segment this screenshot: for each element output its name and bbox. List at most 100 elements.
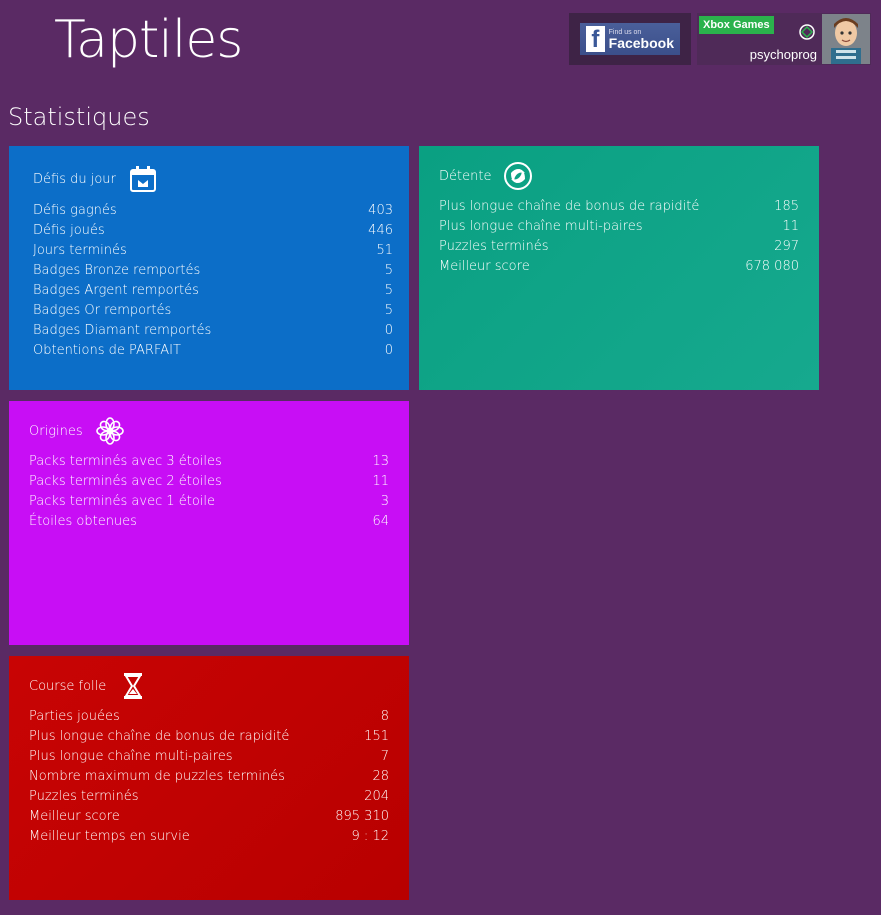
app-title: Taptiles — [54, 10, 243, 70]
stat-value: 403 — [368, 203, 393, 218]
stat-row: Badges Diamant remportés 0 — [33, 321, 393, 341]
stat-label: Badges Argent remportés — [33, 283, 199, 298]
stat-label: Défis joués — [33, 223, 105, 238]
stat-label: Packs terminés avec 3 étoiles — [29, 454, 222, 469]
stat-value: 678 080 — [745, 259, 799, 274]
xbox-username: psychoprog — [749, 47, 817, 62]
avatar[interactable] — [822, 14, 870, 64]
tile-title: Détente — [439, 168, 492, 184]
stat-label: Puzzles terminés — [439, 239, 549, 254]
stat-row: Puzzles terminés 297 — [439, 237, 799, 257]
stat-label: Packs terminés avec 1 étoile — [29, 494, 216, 509]
tile-origines[interactable]: Origines Packs terminés avec 3 étoiles 13… — [9, 401, 409, 645]
stat-row: Meilleur temps en survie 9 : 12 — [29, 827, 389, 847]
stat-value: 9 : 12 — [351, 829, 389, 844]
stat-label: Parties jouées — [29, 709, 120, 724]
stat-row: Packs terminés avec 1 étoile 3 — [29, 492, 389, 512]
stat-row: Défis gagnés 403 — [33, 201, 393, 221]
stat-value: 8 — [380, 709, 389, 724]
stat-row: Obtentions de PARFAIT 0 — [33, 341, 393, 361]
stat-label: Plus longue chaîne multi-paires — [29, 749, 233, 764]
stat-label: Défis gagnés — [33, 203, 117, 218]
stat-label: Meilleur score — [29, 809, 120, 824]
stat-row: Puzzles terminés 204 — [29, 787, 389, 807]
stat-label: Badges Bronze remportés — [33, 263, 201, 278]
stat-label: Badges Diamant remportés — [33, 323, 212, 338]
page-title: Statistiques — [8, 103, 150, 131]
tile-header: Défis du jour — [33, 164, 158, 194]
stat-row: Parties jouées 8 — [29, 707, 389, 727]
facebook-icon: f — [586, 26, 605, 52]
stat-row: Packs terminés avec 2 étoiles 11 — [29, 472, 389, 492]
stat-label: Plus longue chaîne multi-paires — [439, 219, 643, 234]
stat-value: 3 — [380, 494, 389, 509]
stat-row: Plus longue chaîne multi-paires 7 — [29, 747, 389, 767]
tile-header: Détente — [439, 161, 533, 191]
stat-value: 5 — [384, 283, 393, 298]
stat-value: 204 — [364, 789, 389, 804]
stat-value: 0 — [384, 343, 393, 358]
stat-value: 895 310 — [335, 809, 389, 824]
stat-label: Meilleur temps en survie — [29, 829, 190, 844]
stat-value: 7 — [380, 749, 389, 764]
calendar-icon — [129, 166, 156, 192]
tile-course-folle[interactable]: Course folle Parties jouées 8 Plus longue … — [9, 656, 409, 900]
stat-label: Jours terminés — [33, 243, 127, 258]
tile-detente[interactable]: Détente Plus longue chaîne de bonus de r… — [419, 146, 819, 390]
stat-value: 5 — [384, 263, 393, 278]
stat-row: Étoiles obtenues 64 — [29, 512, 389, 532]
swirl-icon — [504, 162, 533, 190]
stat-label: Puzzles terminés — [29, 789, 139, 804]
sync-icon — [799, 24, 815, 40]
stat-label: Obtentions de PARFAIT — [33, 343, 181, 358]
facebook-text: Find us on Facebook — [609, 29, 674, 50]
xbox-games-badge: Xbox Games — [699, 16, 774, 34]
stat-value: 5 — [384, 303, 393, 318]
stat-value: 11 — [782, 219, 799, 234]
stat-label: Badges Or remportés — [33, 303, 172, 318]
stat-label: Plus longue chaîne de bonus de rapidité — [439, 199, 700, 214]
stats-list: Plus longue chaîne de bonus de rapidité 1… — [439, 197, 799, 277]
stat-row: Packs terminés avec 3 étoiles 13 — [29, 452, 389, 472]
facebook-big-text: Facebook — [608, 34, 674, 51]
stat-value: 151 — [364, 729, 389, 744]
stat-row: Meilleur score 678 080 — [439, 257, 799, 277]
xbox-profile[interactable]: Xbox Games psychoprog — [697, 13, 871, 65]
stat-row: Badges Or remportés 5 — [33, 301, 393, 321]
stat-value: 185 — [774, 199, 799, 214]
flower-icon — [95, 417, 124, 445]
stat-row: Plus longue chaîne de bonus de rapidité 1… — [439, 197, 799, 217]
stats-list: Parties jouées 8 Plus longue chaîne de bon… — [29, 707, 389, 847]
stat-value: 51 — [376, 243, 393, 258]
stat-label: Packs terminés avec 2 étoiles — [29, 474, 222, 489]
stat-label: Meilleur score — [439, 259, 530, 274]
hourglass-icon — [124, 673, 143, 699]
stat-row: Badges Bronze remportés 5 — [33, 261, 393, 281]
stat-value: 13 — [372, 454, 389, 469]
facebook-button[interactable]: f Find us on Facebook — [569, 13, 691, 65]
stat-value: 11 — [372, 474, 389, 489]
stat-label: Étoiles obtenues — [29, 514, 137, 529]
stat-row: Plus longue chaîne de bonus de rapidité 1… — [29, 727, 389, 747]
stat-row: Jours terminés 51 — [33, 241, 393, 261]
tile-title: Origines — [29, 423, 83, 439]
stat-label: Nombre maximum de puzzles terminés — [29, 769, 285, 784]
stats-list: Packs terminés avec 3 étoiles 13 Packs ter… — [29, 452, 389, 532]
stat-label: Plus longue chaîne de bonus de rapidité — [29, 729, 290, 744]
stat-row: Défis joués 446 — [33, 221, 393, 241]
stats-list: Défis gagnés 403 Défis joués 446 Jours termi… — [33, 201, 393, 361]
stat-value: 28 — [372, 769, 389, 784]
stat-row: Plus longue chaîne multi-paires 11 — [439, 217, 799, 237]
tile-defis-du-jour[interactable]: Défis du jour Défis gagnés 403 Défis joués… — [9, 146, 409, 390]
tile-title: Course folle — [29, 678, 107, 694]
stat-row: Nombre maximum de puzzles terminés 28 — [29, 767, 389, 787]
tile-title: Défis du jour — [33, 171, 116, 187]
facebook-badge: f Find us on Facebook — [580, 23, 680, 55]
stat-value: 297 — [774, 239, 799, 254]
stat-value: 64 — [372, 514, 389, 529]
stat-value: 0 — [384, 323, 393, 338]
tile-header: Origines — [29, 416, 125, 446]
tile-header: Course folle — [29, 671, 148, 701]
stat-value: 446 — [368, 223, 393, 238]
stat-row: Badges Argent remportés 5 — [33, 281, 393, 301]
